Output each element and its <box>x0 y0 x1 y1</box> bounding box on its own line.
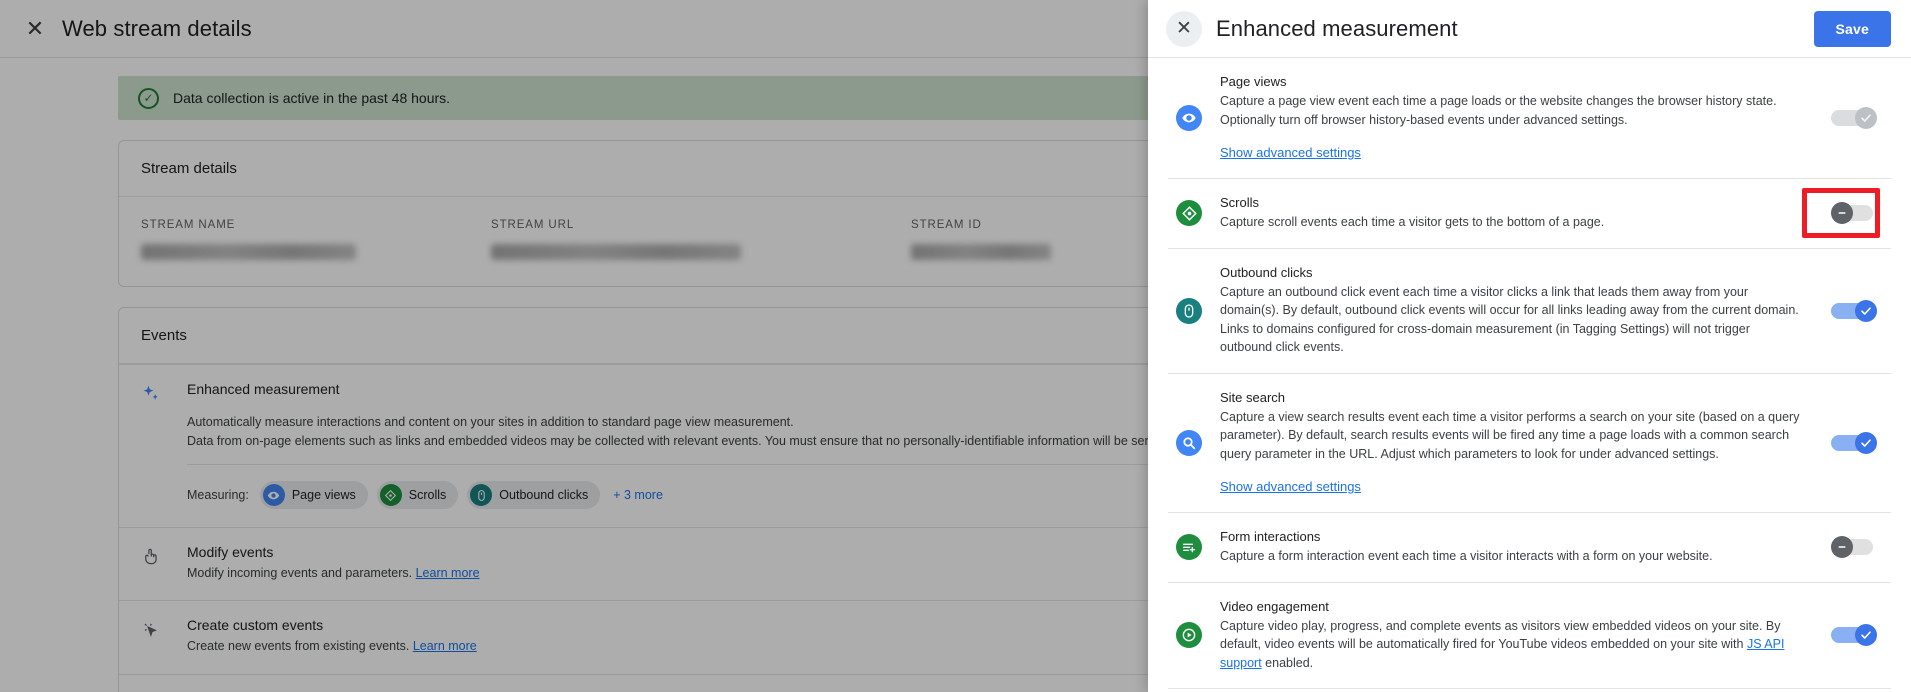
panel-header: ✕ Enhanced measurement Save <box>1148 0 1911 58</box>
modify-events-desc-text: Modify incoming events and parameters. <box>187 566 413 581</box>
setting-site-search: Site search Capture a view search result… <box>1168 374 1891 513</box>
stream-url-value-redacted <box>491 244 741 260</box>
show-advanced-settings-link[interactable]: Show advanced settings <box>1220 145 1361 160</box>
chip-more-link[interactable]: + 3 more <box>613 488 663 502</box>
setting-video-engagement: Video engagement Capture video play, pro… <box>1168 583 1891 689</box>
setting-description: Capture video play, progress, and comple… <box>1220 617 1801 673</box>
stream-name-label: STREAM NAME <box>141 219 236 231</box>
mouse-icon <box>1176 297 1202 324</box>
setting-content: Outbound clicks Capture an outbound clic… <box>1220 265 1817 357</box>
chip-label: Outbound clicks <box>499 488 589 503</box>
setting-icon <box>1168 429 1220 456</box>
sparkle-icon <box>141 381 187 509</box>
setting-content: Site search Capture a view search result… <box>1220 390 1817 497</box>
setting-content: Form interactions Capture a form interac… <box>1220 529 1817 566</box>
cursor-sparkle-icon <box>141 617 187 655</box>
setting-toggle-container <box>1817 536 1891 559</box>
play-icon <box>1176 622 1202 649</box>
mouse-icon <box>470 484 493 507</box>
stream-name-value-redacted <box>141 244 356 260</box>
stream-id-column: STREAM ID <box>911 219 1051 260</box>
page-title: Web stream details <box>62 15 252 41</box>
toggle-knob-check-icon <box>1855 299 1877 322</box>
panel-body[interactable]: Page views Capture a page view event eac… <box>1148 58 1911 692</box>
chip-page-views[interactable]: Page views <box>259 481 368 510</box>
banner-text: Data collection is active in the past 48… <box>173 90 451 106</box>
toggle-knob-check-icon <box>1855 624 1877 647</box>
show-advanced-settings-link[interactable]: Show advanced settings <box>1220 479 1361 494</box>
setting-content: Video engagement Capture video play, pro… <box>1220 599 1817 673</box>
toggle-knob-check-icon <box>1855 107 1877 129</box>
stream-name-column: STREAM NAME <box>141 219 491 260</box>
setting-toggle-container <box>1817 624 1891 647</box>
enhanced-measurement-panel: ✕ Enhanced measurement Save Page views C… <box>1148 0 1911 692</box>
advanced-settings-row: Show advanced settings <box>1220 144 1801 162</box>
chip-outbound-clicks[interactable]: Outbound clicks <box>467 481 601 510</box>
toggle-outbound-clicks[interactable] <box>1831 299 1877 322</box>
setting-form-interactions: Form interactions Capture a form interac… <box>1168 513 1891 583</box>
chip-scrolls[interactable]: Scrolls <box>376 481 459 510</box>
learn-more-link[interactable]: Learn more <box>413 639 477 653</box>
eye-icon <box>1176 105 1202 131</box>
save-button[interactable]: Save <box>1813 10 1891 47</box>
hand-pointer-icon <box>141 544 187 582</box>
check-circle-icon: ✓ <box>138 87 159 109</box>
setting-toggle-container <box>1817 299 1891 322</box>
toggle-page-views[interactable] <box>1831 107 1877 129</box>
setting-icon <box>1168 297 1220 324</box>
form-plus-icon <box>1176 534 1202 561</box>
toggle-form-interactions[interactable] <box>1831 536 1877 559</box>
setting-icon <box>1168 200 1220 227</box>
scroll-diamond-icon <box>1176 200 1202 227</box>
chip-label: Page views <box>291 488 356 503</box>
toggle-site-search[interactable] <box>1831 431 1877 454</box>
setting-description: Capture a page view event each time a pa… <box>1220 94 1777 127</box>
stream-url-label: STREAM URL <box>491 219 575 231</box>
setting-description: Capture a form interaction event each ti… <box>1220 549 1713 563</box>
toggle-scrolls[interactable] <box>1831 202 1877 225</box>
search-icon <box>1176 429 1202 456</box>
setting-toggle-container <box>1817 431 1891 454</box>
stream-id-value-redacted <box>911 244 1051 260</box>
setting-content: Page views Capture a page view event eac… <box>1220 74 1817 162</box>
close-icon[interactable]: ✕ <box>1166 10 1202 47</box>
setting-toggle-container <box>1817 202 1891 225</box>
setting-description: Capture a view search results event each… <box>1220 409 1800 461</box>
setting-description: Capture an outbound click event each tim… <box>1220 284 1799 355</box>
panel-title: Enhanced measurement <box>1216 15 1458 41</box>
stream-url-column: STREAM URL <box>491 219 911 260</box>
setting-page-views: Page views Capture a page view event eac… <box>1168 58 1891 179</box>
chip-label: Scrolls <box>408 488 447 503</box>
stream-id-label: STREAM ID <box>911 219 982 231</box>
setting-title: Page views <box>1220 74 1287 89</box>
learn-more-link[interactable]: Learn more <box>416 566 480 580</box>
setting-title: Form interactions <box>1220 529 1321 544</box>
create-custom-events-desc-text: Create new events from existing events. <box>187 639 410 654</box>
close-icon[interactable]: ✕ <box>22 16 48 42</box>
measuring-label: Measuring: <box>187 488 249 503</box>
setting-icon <box>1168 622 1220 649</box>
setting-title: Scrolls <box>1220 195 1260 210</box>
scroll-diamond-icon <box>379 484 402 507</box>
video-desc-before: Capture video play, progress, and comple… <box>1220 618 1781 652</box>
setting-title: Site search <box>1220 389 1286 405</box>
setting-icon <box>1168 105 1220 131</box>
setting-icon <box>1168 534 1220 561</box>
advanced-settings-row: Show advanced settings <box>1220 478 1801 496</box>
eye-icon <box>262 484 285 507</box>
setting-toggle-container <box>1817 107 1891 129</box>
setting-title: Outbound clicks <box>1220 264 1313 280</box>
setting-scrolls: Scrolls Capture scroll events each time … <box>1168 179 1891 249</box>
setting-content: Scrolls Capture scroll events each time … <box>1220 195 1817 232</box>
setting-outbound-clicks: Outbound clicks Capture an outbound clic… <box>1168 249 1891 374</box>
toggle-knob-check-icon <box>1855 431 1877 454</box>
toggle-video-engagement[interactable] <box>1831 624 1877 647</box>
setting-title: Video engagement <box>1220 598 1329 614</box>
video-desc-after: enabled. <box>1261 655 1314 670</box>
setting-description: Capture scroll events each time a visito… <box>1220 215 1605 229</box>
